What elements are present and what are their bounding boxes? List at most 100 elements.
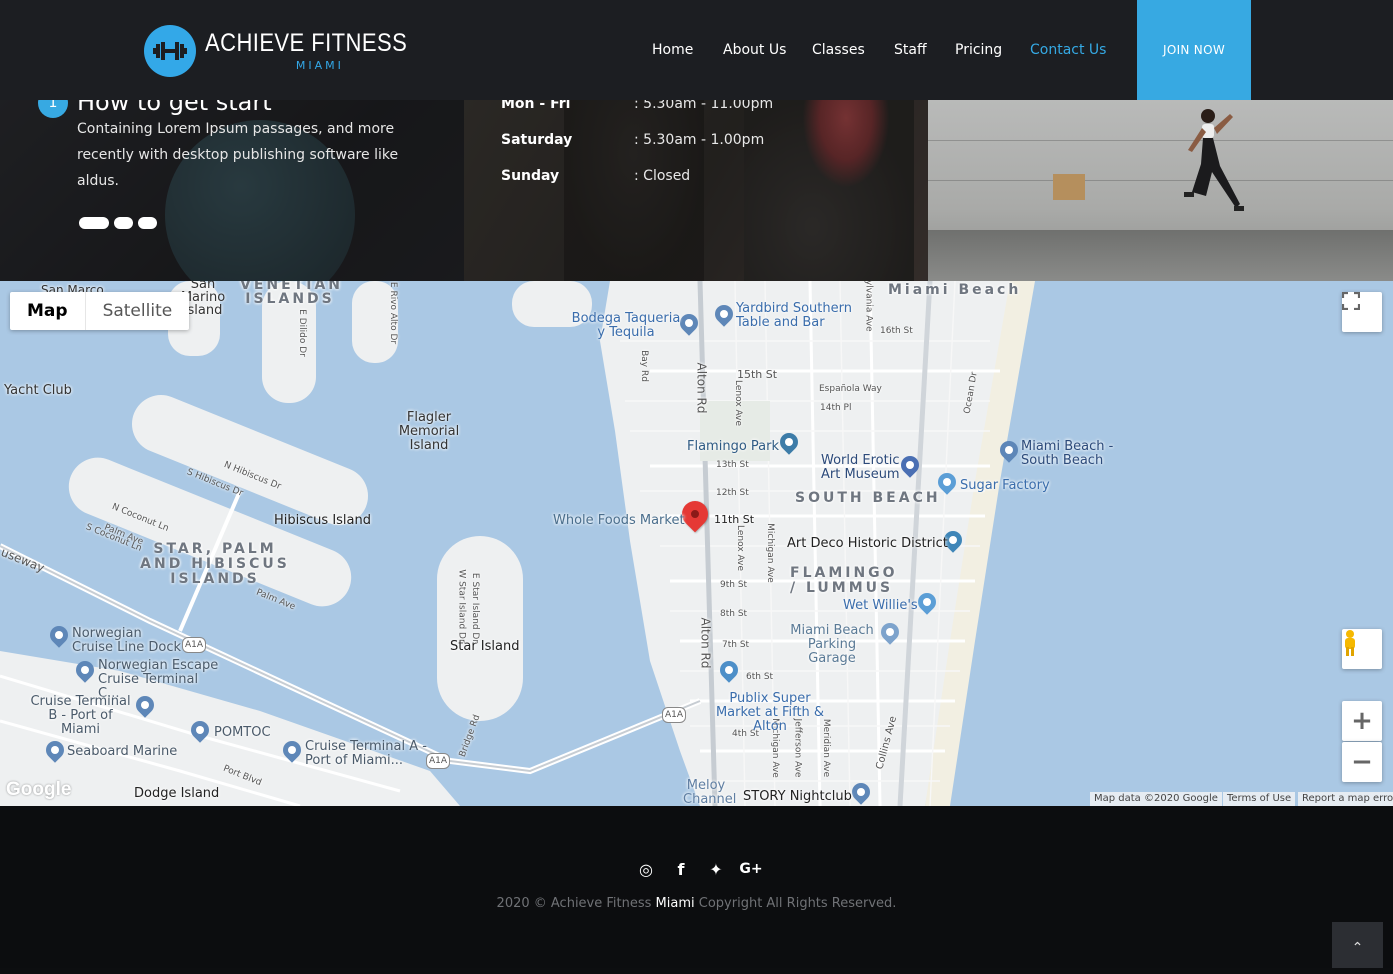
map-label: Miami Beach bbox=[888, 282, 1022, 298]
map-type-control: Map Satellite bbox=[10, 292, 190, 330]
promo-panel-photo bbox=[928, 100, 1393, 281]
street-label: Alton Rd bbox=[694, 362, 709, 414]
street-view-pegman-button[interactable] bbox=[1342, 629, 1382, 669]
map-attribution: Map data ©2020 Google bbox=[1090, 792, 1222, 806]
poi-label[interactable]: World Erotic Art Museum bbox=[821, 454, 901, 482]
zoom-out-button[interactable]: − bbox=[1342, 742, 1382, 782]
poi-label[interactable]: Cruise Terminal B - Port of Miami bbox=[28, 695, 133, 737]
zoom-in-button[interactable]: + bbox=[1342, 701, 1382, 741]
street-label: 7th St bbox=[722, 640, 750, 650]
highway-shield: A1A bbox=[662, 707, 687, 723]
street-label: 14th Pl bbox=[820, 403, 852, 413]
map-label: STAR, PALM AND HIBISCUS ISLANDS bbox=[140, 541, 290, 587]
nav-about-us[interactable]: About Us bbox=[723, 42, 786, 58]
poi-label[interactable]: Miami Beach - South Beach bbox=[1021, 440, 1116, 468]
street-label: Española Way bbox=[819, 384, 882, 394]
poi-label[interactable]: Flamingo Park bbox=[687, 440, 779, 454]
nav-staff[interactable]: Staff bbox=[894, 42, 927, 58]
street-label: E Dilido Dr bbox=[296, 309, 307, 357]
hours-day: Sunday bbox=[501, 168, 560, 184]
street-label: 6th St bbox=[746, 672, 774, 682]
copyright-suffix: Copyright All Rights Reserved. bbox=[698, 896, 897, 911]
poi-label[interactable]: Whole Foods Market bbox=[553, 514, 685, 528]
poi-label[interactable]: Miami Beach Parking Garage bbox=[783, 624, 881, 666]
google-plus-icon[interactable]: G+ bbox=[739, 859, 762, 879]
twitter-icon[interactable]: ✦ bbox=[706, 859, 726, 879]
map-label: Meloy Channel bbox=[683, 778, 737, 807]
hours-day: Mon - Fri bbox=[501, 100, 571, 112]
street-label: 13th St bbox=[716, 460, 749, 470]
poi-label[interactable]: Sugar Factory bbox=[960, 479, 1050, 493]
street-label: 9th St bbox=[720, 580, 748, 590]
poi-label[interactable]: Seaboard Marine bbox=[67, 745, 177, 759]
step-title: How to get start bbox=[77, 100, 272, 116]
pegman-icon bbox=[1345, 630, 1355, 656]
brand-city: MIAMI bbox=[295, 59, 344, 72]
hours-time: : 5.30am - 11.00pm bbox=[634, 100, 774, 112]
map-type-satellite[interactable]: Satellite bbox=[86, 292, 190, 330]
slider-dot-active[interactable] bbox=[79, 217, 109, 229]
hours-time: : 5.30am - 1.00pm bbox=[634, 132, 765, 148]
plyo-box bbox=[1053, 174, 1085, 200]
site-header: ACHIEVE FITNESS MIAMI Home About Us Clas… bbox=[0, 0, 1393, 100]
join-now-button[interactable]: JOIN NOW bbox=[1137, 0, 1251, 100]
nav-classes[interactable]: Classes bbox=[812, 42, 865, 58]
map-label: Hibiscus Island bbox=[274, 513, 371, 528]
poi-label[interactable]: Norwegian Cruise Line Dock bbox=[72, 627, 182, 655]
map-label: VENETIAN ISLANDS bbox=[240, 281, 343, 307]
google-logo: Google bbox=[6, 779, 72, 800]
site-footer: ◎ f ✦ G+ 2020 © Achieve Fitness Miami Co… bbox=[0, 806, 1393, 968]
nav-contact-us[interactable]: Contact Us bbox=[1030, 42, 1106, 58]
poi-label[interactable]: Yardbird Southern Table and Bar bbox=[736, 302, 856, 330]
street-label: 12th St bbox=[716, 488, 749, 498]
slider-dot[interactable] bbox=[114, 217, 133, 229]
map-label: SOUTH BEACH bbox=[795, 490, 941, 506]
street-label: Lenox Ave bbox=[733, 379, 744, 427]
poi-label[interactable]: STORY Nightclub bbox=[743, 790, 852, 804]
copyright-text: 2020 © Achieve Fitness Miami Copyright A… bbox=[0, 896, 1393, 911]
plus-icon: + bbox=[1351, 706, 1373, 736]
instagram-icon[interactable]: ◎ bbox=[636, 859, 656, 879]
back-to-top-button[interactable]: ⌃ bbox=[1332, 922, 1383, 968]
jumping-woman-photo bbox=[1184, 109, 1244, 211]
street-label: Sylvania Ave bbox=[863, 281, 874, 332]
map-label: Flagler Memorial Island bbox=[398, 410, 460, 453]
map-terms-link[interactable]: Terms of Use bbox=[1223, 792, 1296, 806]
slider-dot[interactable] bbox=[138, 217, 157, 229]
copyright-prefix: 2020 © Achieve Fitness bbox=[496, 896, 652, 911]
poi-label[interactable]: POMTOC bbox=[214, 726, 271, 740]
street-label: 8th St bbox=[720, 609, 748, 619]
chevron-up-icon: ⌃ bbox=[1351, 940, 1364, 956]
map-report-link[interactable]: Report a map error bbox=[1298, 792, 1393, 806]
street-label: Alton Rd bbox=[698, 617, 713, 669]
step-text: Containing Lorem Ipsum passages, and mor… bbox=[77, 121, 399, 189]
hours-day: Saturday bbox=[501, 132, 573, 148]
poi-label[interactable]: Publix Super Market at Fifth & Alton bbox=[705, 692, 835, 734]
site-logo[interactable]: ACHIEVE FITNESS MIAMI bbox=[144, 24, 435, 78]
nav-pricing[interactable]: Pricing bbox=[955, 42, 1002, 58]
promo-panel-hours: Mon - Fri : 5.30am - 11.00pm Saturday : … bbox=[464, 100, 928, 281]
poi-label[interactable]: Art Deco Historic District bbox=[787, 537, 948, 551]
poi-label[interactable]: Wet Willie's bbox=[843, 599, 918, 613]
highway-shield: A1A bbox=[182, 637, 207, 653]
street-label: W Star Island Dr bbox=[456, 569, 467, 643]
street-label: E Rivo Alto Dr bbox=[388, 281, 399, 345]
map-type-map[interactable]: Map bbox=[10, 292, 86, 330]
promo-panel-steps: 1 How to get start Containing Lorem Ipsu… bbox=[0, 100, 464, 281]
facebook-icon[interactable]: f bbox=[671, 859, 691, 879]
copyright-brand: Miami bbox=[655, 896, 695, 911]
map-label: Yacht Club bbox=[4, 383, 72, 398]
street-label: E Star Island Dr bbox=[470, 572, 481, 644]
poi-label[interactable]: Cruise Terminal A - Port of Miami... bbox=[305, 740, 430, 768]
poi-label[interactable]: Bodega Taqueria y Tequila bbox=[571, 312, 681, 340]
minus-icon: − bbox=[1351, 747, 1373, 777]
nav-home[interactable]: Home bbox=[652, 42, 693, 58]
slider-dots bbox=[79, 217, 157, 229]
map-label: FLAMINGO / LUMMUS bbox=[790, 565, 898, 596]
fullscreen-button[interactable] bbox=[1342, 292, 1382, 332]
street-label: Lenox Ave bbox=[735, 524, 746, 572]
map-label: Dodge Island bbox=[134, 786, 220, 801]
location-map[interactable]: San Marco San Marino Island VENETIAN ISL… bbox=[0, 281, 1393, 806]
hours-time: : Closed bbox=[634, 168, 691, 184]
street-label: Bay Rd bbox=[638, 350, 649, 382]
